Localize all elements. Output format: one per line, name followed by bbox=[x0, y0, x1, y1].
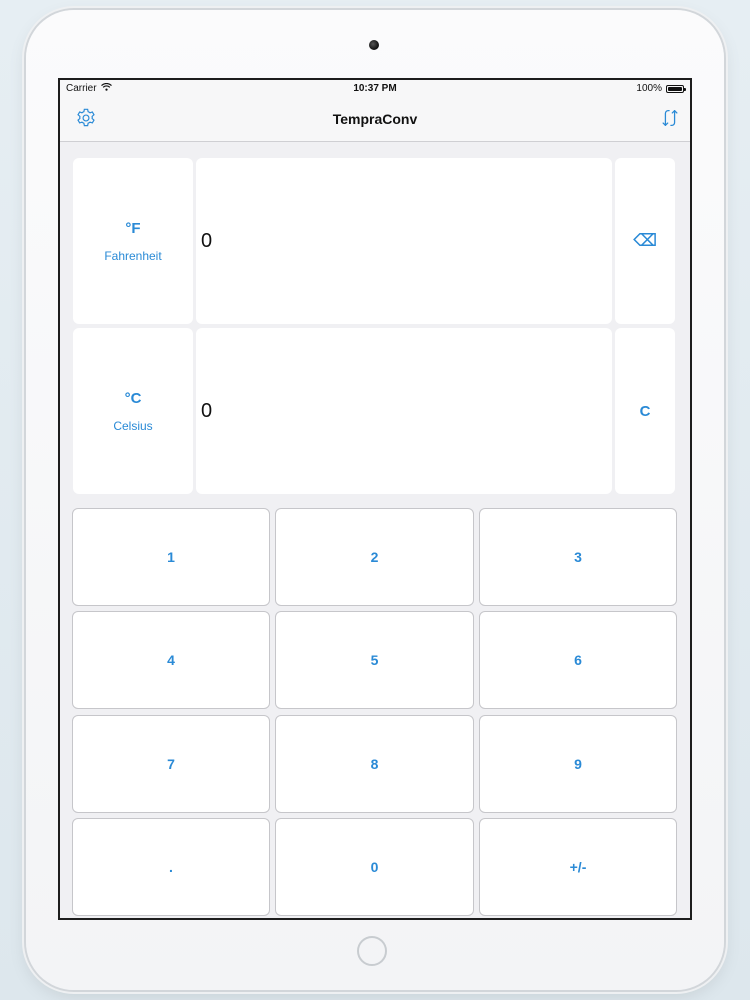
key-4[interactable]: 4 bbox=[72, 611, 270, 709]
key-plus-minus[interactable]: +/- bbox=[479, 818, 677, 916]
app-title: TempraConv bbox=[332, 111, 418, 127]
fahrenheit-unit-button[interactable]: °F Fahrenheit bbox=[73, 158, 193, 324]
fahrenheit-symbol: °F bbox=[125, 219, 141, 237]
status-bar: Carrier 10:37 PM 100% bbox=[60, 80, 690, 98]
fahrenheit-value: 0 bbox=[201, 229, 213, 252]
celsius-value: 0 bbox=[201, 399, 213, 422]
key-0[interactable]: 0 bbox=[275, 818, 474, 916]
front-camera bbox=[369, 40, 379, 50]
status-right: 100% bbox=[636, 83, 686, 94]
key-2[interactable]: 2 bbox=[275, 508, 474, 606]
fahrenheit-value-display[interactable]: 0 bbox=[196, 158, 612, 324]
celsius-value-display[interactable]: 0 bbox=[196, 328, 612, 494]
celsius-symbol: °C bbox=[124, 389, 142, 407]
clear-label: C bbox=[639, 402, 651, 420]
backspace-icon: ⌫ bbox=[632, 231, 658, 250]
celsius-label: Celsius bbox=[113, 418, 153, 433]
celsius-unit-button[interactable]: °C Celsius bbox=[73, 328, 193, 494]
home-button[interactable] bbox=[357, 936, 387, 966]
status-time: 10:37 PM bbox=[353, 83, 397, 94]
ipad-frame: Carrier 10:37 PM 100% TempraConv °F Fahr… bbox=[26, 10, 724, 990]
clear-button[interactable]: C bbox=[615, 328, 675, 494]
key-7[interactable]: 7 bbox=[72, 715, 270, 813]
key-decimal[interactable]: . bbox=[72, 818, 270, 916]
navigation-bar: TempraConv bbox=[60, 98, 690, 142]
battery-percent: 100% bbox=[636, 83, 662, 94]
key-3[interactable]: 3 bbox=[479, 508, 677, 606]
converter-content: °F Fahrenheit 0 ⌫ °C Celsius 0 C 1 2 3 4… bbox=[60, 142, 690, 918]
key-1[interactable]: 1 bbox=[72, 508, 270, 606]
battery-icon bbox=[666, 84, 686, 93]
key-8[interactable]: 8 bbox=[275, 715, 474, 813]
backspace-button[interactable]: ⌫ bbox=[615, 158, 675, 324]
swap-arrows-icon bbox=[659, 107, 681, 134]
swap-units-button[interactable] bbox=[654, 104, 686, 136]
key-6[interactable]: 6 bbox=[479, 611, 677, 709]
key-9[interactable]: 9 bbox=[479, 715, 677, 813]
app-screen: Carrier 10:37 PM 100% TempraConv °F Fahr… bbox=[58, 78, 692, 920]
key-5[interactable]: 5 bbox=[275, 611, 474, 709]
fahrenheit-label: Fahrenheit bbox=[104, 248, 162, 263]
